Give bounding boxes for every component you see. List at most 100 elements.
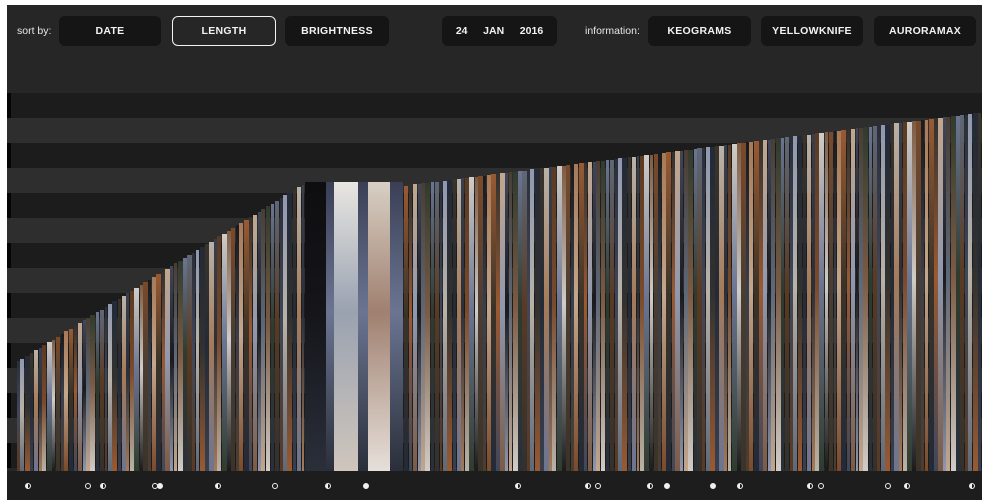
- aurora-bar[interactable]: [24, 355, 30, 471]
- aurora-bar[interactable]: [231, 228, 236, 471]
- aurora-bar[interactable]: [421, 183, 425, 471]
- aurora-bar[interactable]: [221, 233, 227, 471]
- aurora-bar[interactable]: [946, 116, 951, 471]
- aurora-bar[interactable]: [447, 180, 453, 471]
- aurora-bar[interactable]: [753, 141, 759, 471]
- aurora-bar[interactable]: [653, 153, 658, 471]
- aurora-bar[interactable]: [73, 325, 78, 471]
- aurora-bar[interactable]: [187, 255, 192, 471]
- aurora-bar[interactable]: [661, 152, 666, 471]
- aurora-bar[interactable]: [666, 152, 672, 471]
- aurora-bar[interactable]: [151, 277, 156, 471]
- aurora-bar[interactable]: [934, 118, 938, 471]
- aurora-bar[interactable]: [556, 166, 562, 471]
- aurora-bar[interactable]: [121, 296, 126, 471]
- aurora-bar[interactable]: [334, 181, 358, 471]
- aurora-bar[interactable]: [304, 181, 326, 471]
- aurora-bar[interactable]: [464, 177, 469, 471]
- aurora-bar[interactable]: [217, 236, 222, 471]
- aurora-bar[interactable]: [775, 138, 781, 471]
- aurora-bar[interactable]: [173, 263, 178, 471]
- aurora-bar[interactable]: [139, 285, 143, 471]
- aurora-bar[interactable]: [183, 257, 187, 471]
- aurora-bar[interactable]: [605, 160, 610, 471]
- aurora-bar[interactable]: [552, 166, 557, 471]
- aurora-bar[interactable]: [178, 260, 183, 471]
- aurora-bar[interactable]: [872, 126, 877, 471]
- aurora-bar[interactable]: [741, 142, 746, 471]
- aurora-bar[interactable]: [683, 150, 688, 471]
- aurora-bar[interactable]: [112, 301, 118, 471]
- aurora-bar[interactable]: [912, 121, 916, 471]
- aurora-bar[interactable]: [841, 130, 847, 471]
- aurora-bar[interactable]: [960, 115, 965, 471]
- aurora-bar[interactable]: [587, 162, 593, 471]
- aurora-bar[interactable]: [627, 157, 632, 471]
- aurora-bar[interactable]: [534, 168, 540, 471]
- aurora-bar[interactable]: [950, 116, 956, 471]
- auroramax-button[interactable]: AURORAMAX: [874, 16, 976, 46]
- aurora-bar[interactable]: [956, 115, 960, 471]
- aurora-bar[interactable]: [793, 136, 798, 471]
- aurora-bar[interactable]: [209, 241, 214, 471]
- aurora-bar[interactable]: [274, 200, 280, 471]
- aurora-bar[interactable]: [596, 161, 601, 471]
- aurora-bar[interactable]: [719, 145, 724, 471]
- aurora-bar[interactable]: [868, 126, 873, 471]
- aurora-bar[interactable]: [837, 130, 841, 471]
- aurora-bar[interactable]: [544, 167, 549, 471]
- aurora-bar[interactable]: [771, 138, 776, 471]
- aurora-bar[interactable]: [486, 175, 491, 471]
- aurora-bar[interactable]: [863, 127, 869, 471]
- aurora-bar[interactable]: [631, 156, 637, 471]
- sort-length-button[interactable]: LENGTH: [172, 16, 276, 46]
- aurora-bar[interactable]: [161, 271, 165, 471]
- aurora-bar[interactable]: [688, 149, 693, 471]
- aurora-bar[interactable]: [968, 114, 973, 471]
- aurora-bar[interactable]: [928, 119, 934, 471]
- aurora-bar[interactable]: [90, 315, 96, 471]
- aurora-bar[interactable]: [456, 178, 461, 471]
- aurora-bar[interactable]: [46, 342, 52, 471]
- aurora-bar[interactable]: [20, 358, 25, 471]
- aurora-bar[interactable]: [243, 219, 249, 471]
- aurora-bar[interactable]: [249, 217, 253, 471]
- aurora-bar[interactable]: [292, 190, 297, 471]
- aurora-bar[interactable]: [143, 282, 148, 471]
- aurora-bar[interactable]: [797, 135, 803, 471]
- aurora-bar[interactable]: [727, 144, 732, 471]
- aurora-bar[interactable]: [442, 180, 447, 471]
- aurora-bar[interactable]: [749, 141, 754, 471]
- aurora-bar[interactable]: [403, 185, 409, 471]
- aurora-bar[interactable]: [500, 173, 505, 471]
- aurora-bar[interactable]: [117, 298, 122, 471]
- aurora-bar[interactable]: [902, 122, 907, 471]
- aurora-bar[interactable]: [265, 206, 271, 471]
- aurora-bar[interactable]: [491, 174, 496, 471]
- aurora-bar[interactable]: [452, 179, 457, 471]
- aurora-bar[interactable]: [430, 182, 435, 471]
- keograms-button[interactable]: KEOGRAMS: [648, 16, 751, 46]
- aurora-bar[interactable]: [287, 192, 293, 471]
- aurora-bar[interactable]: [227, 230, 231, 471]
- aurora-bar[interactable]: [474, 176, 478, 471]
- aurora-bar[interactable]: [77, 323, 83, 471]
- aurora-bar[interactable]: [134, 287, 140, 471]
- aurora-bar[interactable]: [566, 165, 571, 471]
- aurora-bar[interactable]: [52, 339, 56, 471]
- aurora-bar[interactable]: [469, 177, 475, 471]
- aurora-bar[interactable]: [815, 133, 819, 471]
- yellowknife-button[interactable]: YELLOWKNIFE: [761, 16, 863, 46]
- aurora-bar[interactable]: [639, 155, 644, 471]
- aurora-bar[interactable]: [885, 124, 891, 471]
- aurora-bar[interactable]: [759, 140, 763, 471]
- aurora-bar[interactable]: [731, 143, 737, 471]
- aurora-bar[interactable]: [518, 171, 522, 471]
- aurora-bar[interactable]: [916, 120, 921, 471]
- aurora-bar[interactable]: [618, 158, 622, 471]
- aurora-bar[interactable]: [42, 344, 47, 471]
- aurora-bar[interactable]: [270, 203, 275, 471]
- aurora-bar[interactable]: [802, 135, 807, 471]
- aurora-bar[interactable]: [574, 163, 579, 471]
- aurora-bar[interactable]: [68, 328, 74, 471]
